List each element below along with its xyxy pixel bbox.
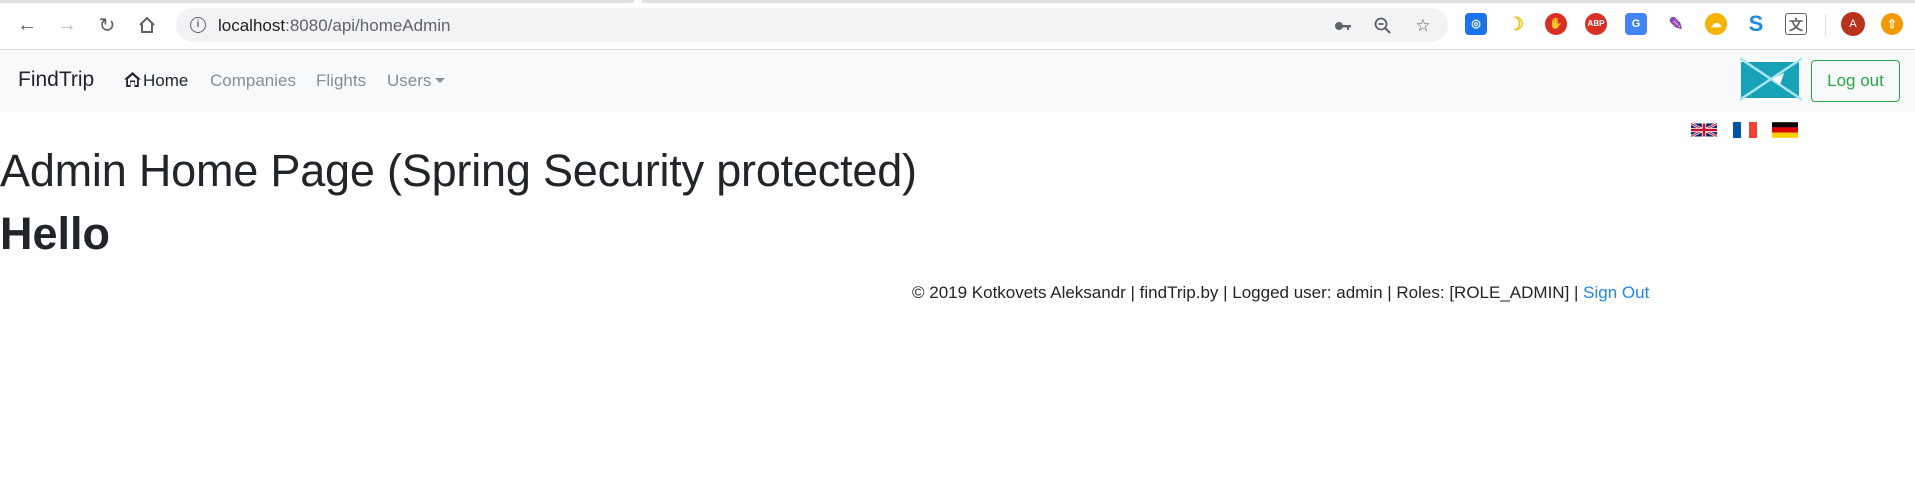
home-outline-icon [139,16,155,33]
arrow-right-icon: → [57,13,77,36]
envelope-image [1740,57,1802,101]
greeting-heading: Hello [0,208,111,259]
arrow-left-icon: ← [17,13,37,36]
update-icon[interactable]: ⇧ [1881,13,1903,35]
app-navbar: FindTrip Home Companies Flights Users [0,51,1915,112]
germany-flag[interactable] [1772,122,1798,138]
cloud-extension-icon[interactable]: ☁ [1705,13,1727,35]
brand-link[interactable]: FindTrip [18,68,94,92]
footer: © 2019 Kotkovets Aleksandr | findTrip.by… [912,283,1649,303]
tab-strip-edge [0,0,1915,3]
url-host: localhost [218,16,286,35]
nav-users-dropdown[interactable]: Users [387,71,446,91]
nav-companies[interactable]: Companies [210,71,296,91]
logout-button[interactable]: Log out [1811,60,1900,102]
moon-extension-icon[interactable]: ☽ [1505,13,1527,35]
home-button[interactable] [132,10,162,40]
forward-button[interactable]: → [52,10,82,40]
sign-out-link[interactable]: Sign Out [1583,283,1649,302]
s-extension-icon[interactable]: S [1745,13,1767,35]
star-icon[interactable]: ☆ [1413,16,1433,36]
reload-button[interactable]: ↻ [92,10,122,40]
uk-flag[interactable] [1691,122,1717,138]
nav-home[interactable]: Home [123,71,188,91]
google-translate-extension-icon[interactable]: G [1625,13,1647,35]
pen-extension-icon[interactable]: ✎ [1665,13,1687,35]
profile-letter: A [1849,18,1857,30]
home-icon [124,72,141,87]
browser-toolbar: ← → ↻ i localhost:8080/api/homeAdmin ☆ ◎… [0,0,1915,50]
france-flag[interactable] [1732,122,1758,138]
key-icon[interactable] [1333,16,1353,36]
toolbar-divider [1825,14,1826,36]
url-text[interactable]: localhost:8080/api/homeAdmin [218,16,451,36]
nav-users-label: Users [387,71,432,90]
page-title: Admin Home Page (Spring Security protect… [0,145,917,196]
nav-home-label: Home [143,71,189,90]
translate-extension-icon[interactable]: 文 [1785,13,1807,35]
zoom-out-icon[interactable] [1373,16,1393,36]
target-extension-icon[interactable]: ◎ [1465,13,1487,35]
url-path: :8080/api/homeAdmin [285,16,451,35]
footer-text: © 2019 Kotkovets Aleksandr | findTrip.by… [912,283,1584,302]
nav-flights[interactable]: Flights [316,71,366,91]
adblock-extension-icon[interactable]: ABP [1585,13,1607,35]
reload-icon: ↻ [98,14,116,37]
caret-down-icon [435,78,446,83]
address-bar[interactable]: i localhost:8080/api/homeAdmin ☆ [176,8,1448,42]
profile-avatar[interactable]: A [1841,12,1865,36]
info-icon[interactable]: i [190,17,206,33]
stop-hand-extension-icon[interactable]: ✋ [1545,13,1567,35]
back-button[interactable]: ← [12,10,42,40]
